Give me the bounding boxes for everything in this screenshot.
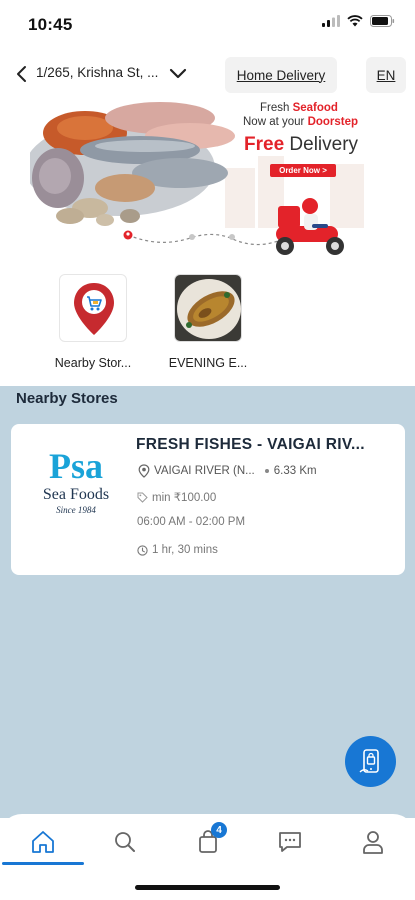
nav-search[interactable] bbox=[100, 824, 150, 860]
signal-icon bbox=[322, 15, 340, 27]
language-button[interactable]: EN bbox=[366, 57, 406, 93]
profile-icon bbox=[363, 831, 383, 854]
nav-messages[interactable] bbox=[265, 824, 315, 860]
store-name: FRESH FISHES - VAIGAI RIV... bbox=[136, 436, 365, 453]
quick-order-fab[interactable] bbox=[345, 736, 396, 787]
chevron-down-icon[interactable] bbox=[168, 65, 188, 83]
bottom-navigation: 4 bbox=[0, 814, 415, 870]
store-location-row: VAIGAI RIVER (N... 6.33 Km bbox=[138, 464, 317, 478]
status-bar: 10:45 bbox=[0, 0, 415, 48]
promo-banner[interactable]: Fresh Seafood Now at your Doorstep Free … bbox=[30, 98, 385, 256]
home-icon bbox=[32, 831, 54, 853]
address-selector[interactable]: 1/265, Krishna St, ... bbox=[36, 65, 158, 80]
store-delivery-time: 1 hr, 30 mins bbox=[152, 544, 218, 556]
back-arrow-icon[interactable] bbox=[12, 63, 32, 85]
category-nearby-stores[interactable]: Nearby Stor... bbox=[43, 274, 143, 370]
store-hours: 06:00 AM - 02:00 PM bbox=[137, 516, 246, 528]
store-card[interactable]: Psa Sea Foods Since 1984 FRESH FISHES - … bbox=[11, 424, 405, 575]
cart-count-badge: 4 bbox=[211, 822, 227, 838]
store-delivery-time-row: 1 hr, 30 mins bbox=[137, 544, 218, 556]
banner-headline-2: Now at your Doorstep bbox=[243, 116, 359, 128]
phone-order-icon bbox=[359, 748, 379, 773]
status-icons bbox=[322, 15, 395, 27]
category-label: EVENING E... bbox=[168, 356, 248, 370]
store-location: VAIGAI RIVER (N... bbox=[154, 465, 255, 477]
nav-cart[interactable]: 4 bbox=[183, 822, 233, 860]
active-tab-indicator bbox=[2, 862, 84, 865]
banner-free-delivery: Free Delivery bbox=[244, 134, 359, 155]
search-icon bbox=[115, 832, 135, 852]
store-location-pin-icon bbox=[59, 274, 127, 342]
nav-profile[interactable] bbox=[348, 824, 398, 860]
delivery-mode-button[interactable]: Home Delivery bbox=[225, 57, 337, 93]
store-logo: Psa Sea Foods Since 1984 bbox=[43, 446, 109, 515]
status-time: 10:45 bbox=[28, 15, 73, 34]
fried-fish-photo bbox=[174, 274, 242, 342]
separator-dot bbox=[264, 469, 269, 473]
svg-text:Since 1984: Since 1984 bbox=[56, 505, 96, 515]
category-evening-e[interactable]: EVENING E... bbox=[158, 274, 258, 370]
clock-icon bbox=[137, 544, 148, 556]
store-distance: 6.33 Km bbox=[273, 465, 317, 477]
location-pin-icon bbox=[138, 464, 150, 478]
svg-text:Sea Foods: Sea Foods bbox=[43, 486, 109, 503]
home-indicator[interactable] bbox=[135, 885, 280, 890]
store-min-order-row: min ₹100.00 bbox=[137, 490, 216, 504]
section-title: Nearby Stores bbox=[16, 390, 118, 407]
header: 1/265, Krishna St, ... Home Delivery EN bbox=[0, 54, 415, 94]
banner-headline-1: Fresh Seafood bbox=[260, 102, 338, 114]
order-now-button[interactable]: Order Now > bbox=[270, 164, 336, 177]
category-label: Nearby Stor... bbox=[54, 356, 132, 370]
battery-icon bbox=[370, 15, 395, 27]
svg-text:Psa: Psa bbox=[49, 446, 103, 486]
tag-icon bbox=[137, 492, 148, 503]
nav-home[interactable] bbox=[18, 824, 68, 860]
category-row: Nearby Stor... EVENING E... bbox=[0, 270, 415, 380]
wifi-icon bbox=[347, 15, 363, 27]
store-min-order: min ₹100.00 bbox=[152, 492, 217, 504]
chat-icon bbox=[279, 832, 301, 852]
